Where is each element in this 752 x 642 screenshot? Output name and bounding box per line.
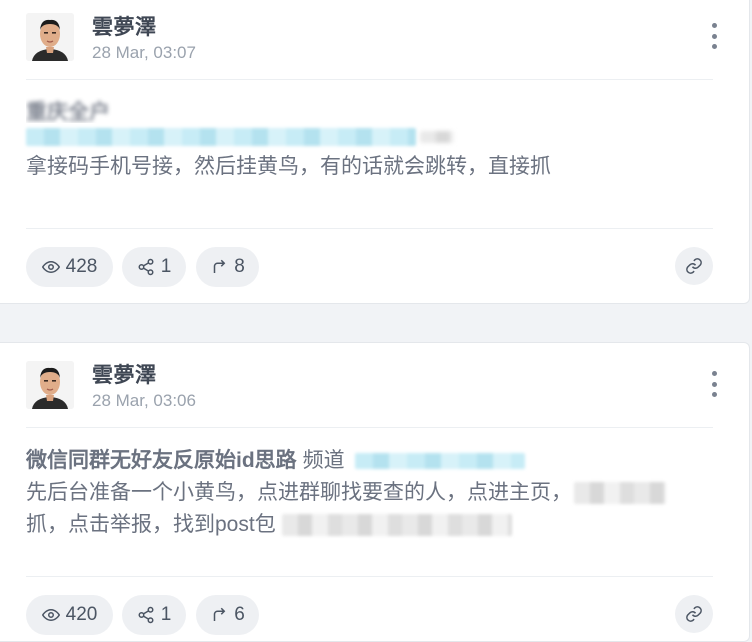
views-count: 428: [65, 256, 98, 277]
divider: [26, 228, 713, 229]
post-body: 重庆全户 拿接码手机号接，然后挂黄鸟，有的话就会跳转，直接抓: [26, 97, 713, 183]
shares-count: 1: [160, 604, 172, 625]
shares-count: 1: [160, 256, 172, 277]
views-count: 420: [65, 604, 98, 625]
divider: [26, 79, 713, 80]
forwards-counter[interactable]: 8: [196, 247, 259, 287]
divider: [26, 427, 713, 428]
share-nodes-icon: [138, 258, 154, 276]
post-title-suffix: 频道: [302, 449, 345, 472]
avatar[interactable]: [26, 13, 74, 61]
forward-arrow-icon: [213, 259, 226, 273]
link-icon: [686, 606, 702, 622]
post-title: 微信同群无好友反原始id思路: [26, 449, 297, 472]
redacted-link: [26, 128, 416, 146]
avatar[interactable]: [26, 361, 74, 409]
link-icon: [686, 258, 702, 274]
author-name[interactable]: 雲夢澤: [92, 359, 157, 389]
shares-counter[interactable]: 1: [122, 247, 186, 287]
author-name[interactable]: 雲夢澤: [92, 11, 157, 41]
copy-link-button[interactable]: [675, 595, 713, 633]
post-title: 重庆全户: [26, 101, 110, 123]
redacted-text: [420, 131, 454, 143]
post-card: 雲夢澤 28 Mar, 03:06 微信同群无好友反原始id思路 频道 先后台准…: [0, 342, 750, 642]
post-card: 雲夢澤 28 Mar, 03:07 重庆全户 拿接码手机号接，然后挂黄鸟，有的话…: [0, 0, 750, 304]
views-counter[interactable]: 420: [26, 595, 113, 635]
forwards-count: 6: [234, 604, 245, 625]
post-text-line: 抓，点击举报，找到post包: [26, 513, 276, 536]
forwards-counter[interactable]: 6: [196, 595, 259, 635]
forward-arrow-icon: [213, 607, 226, 621]
eye-icon: [41, 260, 60, 274]
copy-link-button[interactable]: [675, 247, 713, 285]
views-counter[interactable]: 428: [26, 247, 113, 287]
shares-counter[interactable]: 1: [122, 595, 186, 635]
eye-icon: [41, 608, 60, 622]
forwards-count: 8: [234, 256, 245, 277]
redacted-text: [281, 514, 512, 536]
post-timestamp: 28 Mar, 03:07: [92, 43, 196, 62]
divider: [26, 576, 713, 577]
redacted-link: [354, 453, 525, 469]
post-text-line: 先后台准备一个小黄鸟，点进群聊找要查的人，点进主页，: [26, 481, 572, 504]
share-nodes-icon: [138, 606, 154, 624]
redacted-text: [574, 482, 666, 504]
more-vertical-icon[interactable]: [707, 23, 721, 49]
more-vertical-icon[interactable]: [707, 371, 721, 397]
post-text: 拿接码手机号接，然后挂黄鸟，有的话就会跳转，直接抓: [26, 155, 551, 178]
post-body: 微信同群无好友反原始id思路 频道 先后台准备一个小黄鸟，点进群聊找要查的人，点…: [26, 445, 713, 541]
post-timestamp: 28 Mar, 03:06: [92, 391, 196, 410]
